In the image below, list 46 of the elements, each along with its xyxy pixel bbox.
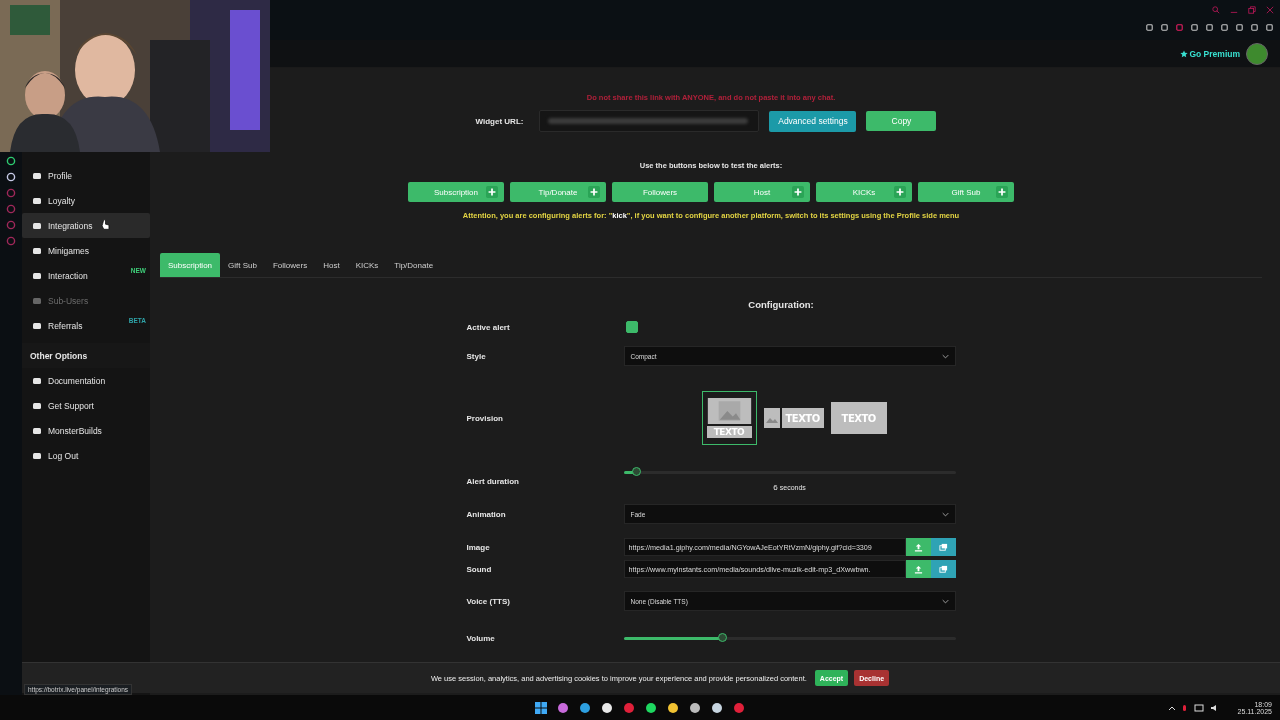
sidebar-item[interactable]: Loyalty bbox=[22, 188, 150, 213]
slider[interactable] bbox=[623, 636, 956, 640]
tab[interactable]: KICKs bbox=[347, 253, 387, 277]
field-label: Style bbox=[466, 351, 487, 361]
field-label: Voice (TTS) bbox=[466, 596, 511, 606]
sidebar-item[interactable]: Get Support bbox=[22, 393, 150, 418]
upload-icon bbox=[913, 542, 923, 552]
field-label: Image bbox=[466, 542, 491, 552]
tab[interactable]: Host bbox=[315, 253, 348, 277]
sidebar-item[interactable]: Log Out bbox=[22, 443, 150, 468]
image-placeholder-icon bbox=[763, 408, 780, 428]
field-label: Sound bbox=[466, 564, 493, 574]
sidebar-item[interactable]: Profile bbox=[22, 163, 150, 188]
cursor-icon bbox=[101, 219, 110, 231]
upload-button[interactable] bbox=[905, 538, 931, 556]
image-placeholder-icon bbox=[706, 398, 752, 424]
circle-icon[interactable] bbox=[6, 188, 16, 198]
chevron-down-icon bbox=[941, 511, 949, 517]
config-title: Configuration: bbox=[748, 299, 814, 310]
tab[interactable]: Gift Sub bbox=[220, 253, 265, 277]
field-label: Animation bbox=[466, 509, 507, 519]
field-label: Provision bbox=[466, 413, 504, 423]
chevron-down-icon bbox=[941, 353, 949, 359]
field-label: Widget URL: bbox=[475, 116, 524, 126]
close-icon[interactable] bbox=[1266, 6, 1274, 14]
tab[interactable]: Followers bbox=[264, 253, 316, 277]
upload-button[interactable] bbox=[905, 560, 931, 578]
gallery-icon bbox=[938, 564, 948, 574]
field-label: Active alert bbox=[466, 322, 511, 332]
avatar[interactable] bbox=[1246, 42, 1268, 65]
restore-icon[interactable] bbox=[1248, 6, 1256, 14]
checkbox[interactable] bbox=[625, 321, 638, 333]
sidebar-item[interactable]: Integrations bbox=[22, 213, 150, 238]
url-field[interactable] bbox=[539, 110, 760, 132]
star-icon bbox=[1180, 49, 1189, 58]
go-premium-link[interactable]: Go Premium bbox=[1180, 48, 1240, 59]
field-label: Volume bbox=[466, 633, 496, 643]
upload-icon bbox=[913, 564, 923, 574]
chevron-down-icon bbox=[941, 598, 949, 604]
sidebar-item[interactable]: Documentation bbox=[22, 368, 150, 393]
field-label: Alert duration bbox=[466, 476, 520, 486]
sidebar-item[interactable]: Minigames bbox=[22, 238, 150, 263]
windows-icon[interactable] bbox=[535, 701, 547, 714]
sidebar-item[interactable]: MonsterBuilds bbox=[22, 418, 150, 443]
tab[interactable]: Tip/Donate bbox=[386, 253, 442, 277]
gallery-icon bbox=[938, 542, 948, 552]
